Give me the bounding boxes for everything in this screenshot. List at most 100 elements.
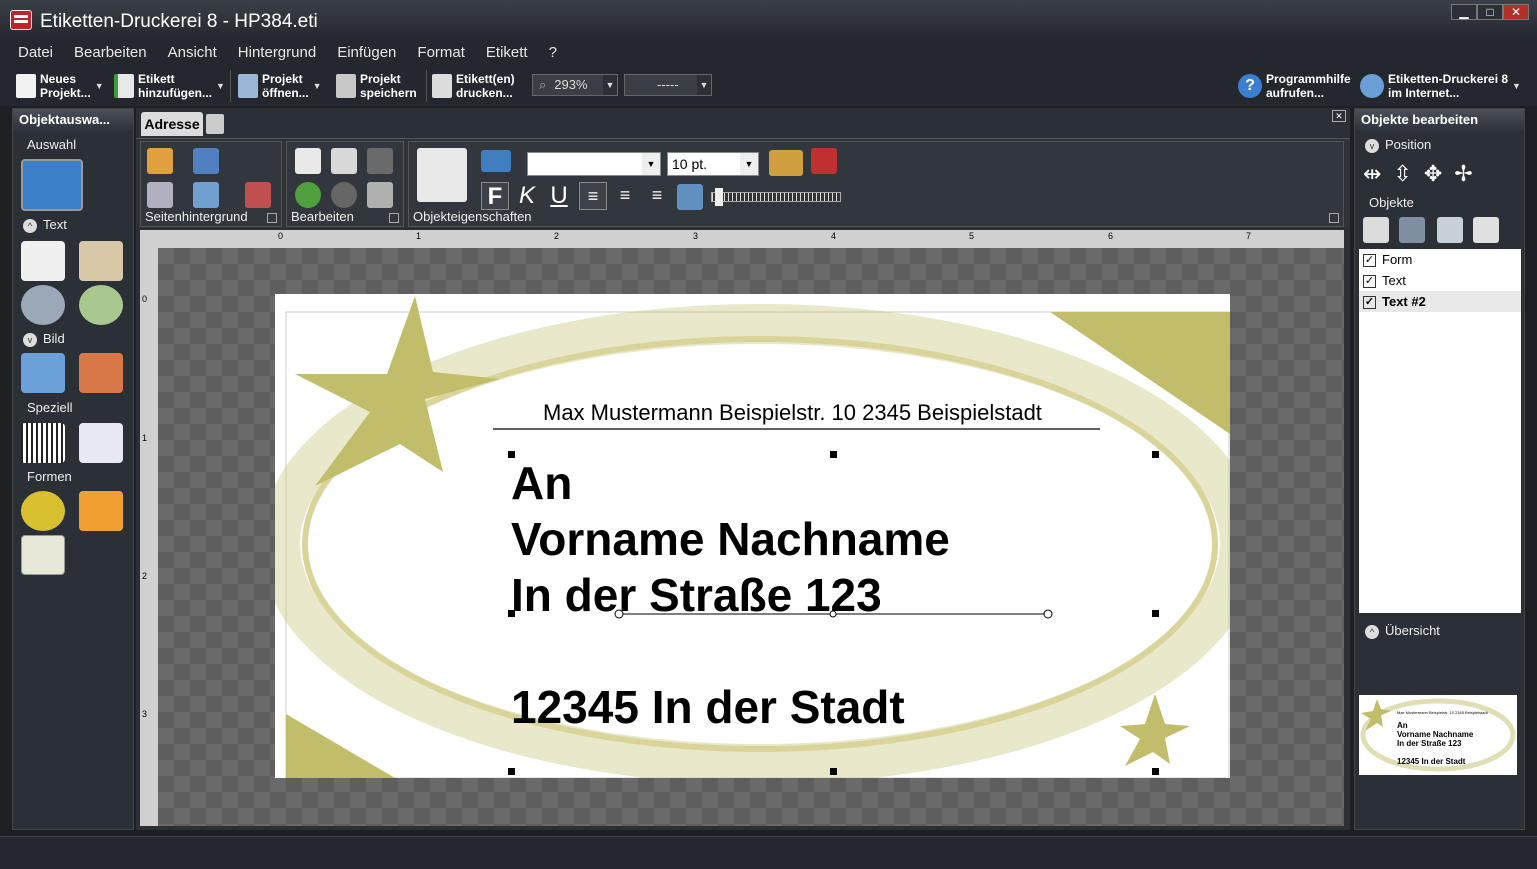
resize-handle[interactable] (830, 451, 837, 458)
chevron-down-icon: ▼ (697, 75, 711, 95)
align-left-icon[interactable]: ≡ (579, 182, 607, 210)
section-image[interactable]: v Bild (23, 331, 65, 347)
resize-handle[interactable] (508, 768, 515, 775)
resize-handle[interactable] (508, 451, 515, 458)
object-selection-panel: Objektauswa... Auswahl ^ Text v Bild Spezi… (12, 108, 134, 830)
background-color-icon[interactable] (193, 148, 219, 174)
resize-handle[interactable] (1152, 610, 1159, 617)
selection-tool-icon[interactable] (21, 159, 83, 211)
transparency-slider[interactable] (711, 192, 841, 202)
checkbox[interactable]: ✓ (1363, 254, 1376, 268)
menu-format[interactable]: Format (417, 40, 465, 66)
menu-bearbeiten[interactable]: Bearbeiten (74, 40, 147, 66)
paste-icon[interactable] (367, 148, 393, 174)
recipient-line-2[interactable]: Vorname Nachname (511, 512, 950, 566)
barcode-icon[interactable] (21, 423, 65, 463)
add-label-button[interactable]: Etikett hinzufügen... ▼ (114, 70, 225, 102)
italic-button[interactable]: K (513, 182, 541, 210)
redo-icon[interactable] (331, 182, 357, 208)
recipient-line-3[interactable]: In der Straße 123 (511, 568, 882, 622)
resize-handle[interactable] (508, 610, 515, 617)
menu-hintergrund[interactable]: Hintergrund (238, 40, 316, 66)
expand-icon[interactable] (267, 213, 277, 223)
help-button[interactable]: ? Programmhilfe aufrufen... (1238, 70, 1351, 102)
link-objects-icon[interactable] (1437, 217, 1463, 243)
close-button[interactable]: ✕ (1503, 4, 1529, 20)
clipart-icon[interactable] (79, 353, 123, 393)
expand-icon[interactable] (1329, 213, 1339, 223)
section-objects: Objekte (1369, 195, 1414, 210)
position-align-icons[interactable]: ⇹⇳✥✢ (1363, 161, 1485, 187)
vertical-ruler: 0 1 2 3 (140, 248, 158, 826)
curved-text-icon[interactable] (79, 285, 123, 325)
arrows-icon[interactable] (79, 491, 123, 531)
background-image-icon[interactable] (193, 182, 219, 208)
open-project-button[interactable]: Projekt öffnen... ▼ (238, 70, 322, 102)
new-tab-icon[interactable] (206, 114, 224, 134)
menu-ansicht[interactable]: Ansicht (168, 40, 217, 66)
resize-handle[interactable] (1152, 451, 1159, 458)
gradient-icon[interactable] (147, 182, 173, 208)
label-preview[interactable]: Max Mustermann Beispielstr. 10 2345 Beis… (275, 294, 1230, 778)
internet-button[interactable]: Etiketten-Druckerei 8 im Internet... ▼ (1360, 70, 1521, 102)
checkbox[interactable]: ✓ (1363, 296, 1376, 310)
select-all-icon[interactable] (1363, 217, 1389, 243)
font-size-select[interactable]: 10 pt. ▼ (667, 152, 759, 176)
undo-icon[interactable] (295, 182, 321, 208)
font-name-select[interactable]: ▼ (527, 152, 661, 176)
cut-icon[interactable] (295, 148, 321, 174)
sender-line[interactable]: Max Mustermann Beispielstr. 10 2345 Beis… (543, 400, 1042, 426)
checkbox[interactable]: ✓ (1363, 275, 1376, 289)
menu-etikett[interactable]: Etikett (486, 40, 528, 66)
font-style-icon[interactable] (811, 148, 837, 174)
save-project-button[interactable]: Projekt speichern (336, 70, 417, 102)
recipient-line-1[interactable]: An (511, 456, 572, 510)
zoom-select[interactable]: ⌕ 293% ▼ (532, 74, 618, 96)
menu-datei[interactable]: Datei (18, 40, 53, 66)
recipient-line-4[interactable]: 12345 In der Stadt (511, 680, 905, 734)
section-text[interactable]: ^ Text (23, 217, 67, 233)
image-align-icon[interactable] (677, 184, 703, 210)
menu-help[interactable]: ? (549, 40, 557, 66)
search-icon: ⌕ (539, 77, 547, 92)
list-item[interactable]: ✓ Form (1359, 249, 1521, 270)
section-position[interactable]: v Position (1365, 137, 1431, 153)
text-color-icon[interactable] (481, 150, 511, 172)
text-tool-icon[interactable] (21, 241, 65, 281)
minimize-button[interactable]: ▁ (1451, 4, 1477, 20)
maximize-button[interactable]: □ (1477, 4, 1503, 20)
resize-handle[interactable] (830, 768, 837, 775)
text-effect-icon[interactable] (769, 150, 803, 176)
layer-select[interactable]: ----- ▼ (624, 74, 712, 96)
print-labels-button[interactable]: Etikett(en) drucken... (432, 70, 515, 102)
bold-button[interactable]: F (481, 182, 509, 210)
delete-icon[interactable] (367, 182, 393, 208)
rotate-text-icon[interactable] (21, 285, 65, 325)
clear-background-icon[interactable] (245, 182, 271, 208)
overview-thumbnail[interactable]: Max Mustermann Beispielstr. 10 2345 Beis… (1359, 695, 1517, 775)
properties-icon[interactable] (417, 148, 467, 202)
lock-objects-icon[interactable] (1473, 217, 1499, 243)
group-objects-icon[interactable] (1399, 217, 1425, 243)
shapes-icon[interactable] (21, 491, 65, 531)
resize-handle[interactable] (1152, 768, 1159, 775)
stamp-text-icon[interactable] (79, 241, 123, 281)
new-project-button[interactable]: Neues Projekt... ▼ (16, 70, 104, 102)
serial-letter-icon[interactable] (79, 423, 123, 463)
tab-adresse[interactable]: Adresse (141, 112, 203, 136)
fill-icon[interactable] (147, 148, 173, 174)
close-tab-icon[interactable]: ✕ (1332, 110, 1346, 122)
copy-icon[interactable] (331, 148, 357, 174)
expand-icon[interactable] (389, 213, 399, 223)
list-item[interactable]: ✓ Text #2 (1359, 291, 1521, 312)
underline-button[interactable]: U (545, 182, 573, 210)
list-item[interactable]: ✓ Text (1359, 270, 1521, 291)
slider-handle[interactable] (715, 188, 723, 206)
menu-einfuegen[interactable]: Einfügen (337, 40, 396, 66)
section-overview[interactable]: ^ Übersicht (1365, 623, 1440, 639)
table-icon[interactable] (21, 535, 65, 575)
image-tool-icon[interactable] (21, 353, 65, 393)
align-center-icon[interactable]: ≡ (611, 182, 639, 210)
align-right-icon[interactable]: ≡ (643, 182, 671, 210)
help-icon: ? (1238, 74, 1262, 98)
